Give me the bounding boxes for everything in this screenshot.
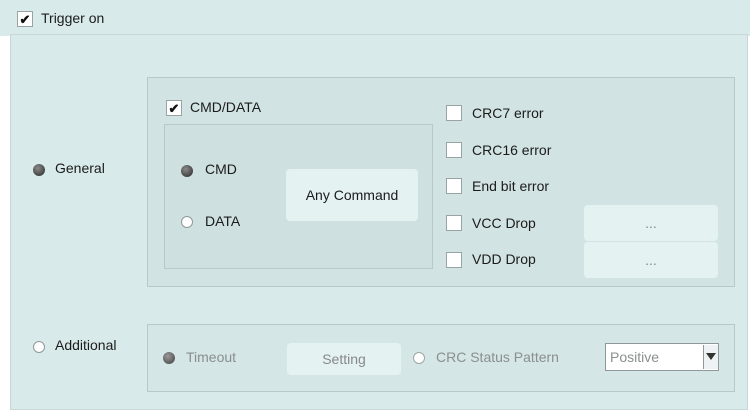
additional-radio[interactable] (33, 341, 45, 353)
trigger-on-checkbox[interactable]: ✔ (17, 11, 33, 27)
setting-button[interactable]: Setting (287, 343, 401, 375)
crc-status-pattern-radio[interactable] (413, 352, 425, 364)
cmd-data-label: CMD/DATA (190, 99, 262, 115)
end-bit-error-label: End bit error (472, 178, 550, 194)
chevron-down-icon[interactable] (703, 345, 718, 369)
trigger-header (0, 0, 750, 36)
vcc-drop-label: VCC Drop (472, 215, 536, 231)
cmd-data-checkbox[interactable]: ✔ (166, 100, 182, 116)
vcc-drop-settings-button[interactable]: ... (584, 205, 718, 241)
vdd-drop-settings-button[interactable]: ... (584, 242, 718, 278)
vdd-drop-checkbox[interactable] (446, 252, 462, 268)
data-label: DATA (205, 213, 241, 229)
cmd-radio[interactable] (181, 165, 193, 177)
crc-status-pattern-select[interactable]: Positive (605, 343, 719, 371)
crc7-error-label: CRC7 error (472, 105, 544, 121)
crc16-error-checkbox[interactable] (446, 142, 462, 158)
any-command-button[interactable]: Any Command (286, 169, 418, 221)
crc-status-pattern-value: Positive (610, 349, 660, 365)
crc-status-pattern-label: CRC Status Pattern (436, 349, 559, 365)
additional-label: Additional (55, 337, 117, 353)
data-radio[interactable] (181, 216, 193, 228)
timeout-radio[interactable] (163, 352, 175, 364)
general-label: General (55, 160, 105, 176)
vdd-drop-label: VDD Drop (472, 251, 536, 267)
crc16-error-label: CRC16 error (472, 142, 552, 158)
cmd-label: CMD (205, 161, 237, 177)
trigger-on-label: Trigger on (41, 10, 105, 26)
end-bit-error-checkbox[interactable] (446, 178, 462, 194)
vcc-drop-checkbox[interactable] (446, 215, 462, 231)
general-radio[interactable] (33, 164, 45, 176)
crc7-error-checkbox[interactable] (446, 105, 462, 121)
timeout-label: Timeout (186, 349, 237, 365)
